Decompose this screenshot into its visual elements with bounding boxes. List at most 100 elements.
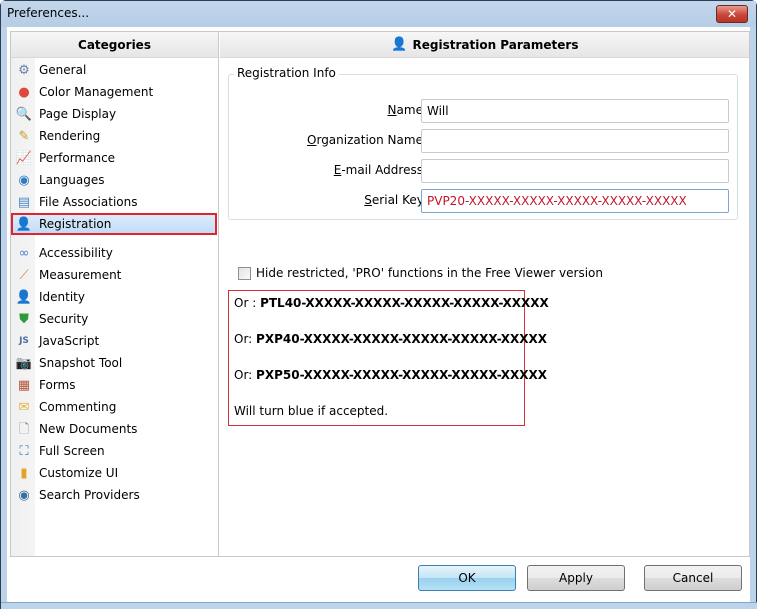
note-line: Or: PXP40-XXXXX-XXXXX-XXXXX-XXXXX-XXXXX <box>234 332 547 346</box>
serial-key-note: Or : PTL40-XXXXX-XXXXX-XXXXX-XXXXX-XXXXX… <box>228 290 549 426</box>
camera-icon: 📷 <box>15 355 33 371</box>
window-bottom-border <box>1 602 757 609</box>
close-icon: ✕ <box>726 7 738 21</box>
panel-frame: Categories 👤 Registration Parameters ⚙ Ge… <box>10 31 750 557</box>
sidebar-item-identity[interactable]: 👤 Identity <box>13 286 217 308</box>
sidebar-item-full-screen[interactable]: ⛶ Full Screen <box>13 440 217 462</box>
sidebar-item-security[interactable]: ⛊ Security <box>13 308 217 330</box>
preferences-dialog: Preferences... ✕ Categories 👤 Registrati… <box>0 0 757 609</box>
globe-icon: ◉ <box>18 172 30 188</box>
customize-ui-icon: ▮ <box>20 465 28 481</box>
apply-button[interactable]: Apply <box>527 565 625 591</box>
user-key-icon: 👤 <box>15 216 33 232</box>
dialog-client-area: Categories 👤 Registration Parameters ⚙ Ge… <box>7 27 750 602</box>
note-footer: Will turn blue if accepted. <box>234 404 389 418</box>
sidebar-item-customize-ui[interactable]: ▮ Customize UI <box>13 462 217 484</box>
email-field-label: E-mail Address: <box>333 163 427 177</box>
sidebar-item-label: Identity <box>39 290 85 304</box>
title-bar[interactable]: Preferences... ✕ <box>1 1 756 27</box>
sidebar-item-file-associations[interactable]: ▤ File Associations <box>13 191 217 213</box>
categories-header: Categories <box>11 32 219 58</box>
hide-restricted-row[interactable]: Hide restricted, 'PRO' functions in the … <box>238 266 603 280</box>
sidebar-item-label: Forms <box>39 378 76 392</box>
sidebar-item-general[interactable]: ⚙ General <box>13 59 217 81</box>
organization-name-field-row: Organization Name: <box>229 129 739 153</box>
sidebar-item-label: Registration <box>39 217 112 231</box>
new-document-icon: 🗋 <box>18 421 30 437</box>
email-field-row: E-mail Address: <box>229 159 739 183</box>
sidebar-item-label: Color Management <box>39 85 154 99</box>
window-title: Preferences... <box>7 6 90 20</box>
sidebar-item-performance[interactable]: 📈 Performance <box>13 147 217 169</box>
hide-restricted-checkbox[interactable] <box>238 266 251 280</box>
registration-info-title: Registration Info <box>234 66 339 80</box>
sidebar-item-label: New Documents <box>39 422 138 436</box>
javascript-icon: JS <box>19 335 29 346</box>
full-screen-icon: ⛶ <box>19 443 29 459</box>
sidebar-item-rendering[interactable]: ✎ Rendering <box>13 125 217 147</box>
alt-serial-key: PTL40-XXXXX-XXXXX-XXXXX-XXXXX-XXXXX <box>260 296 549 310</box>
sidebar-item-label: Languages <box>39 173 105 187</box>
serial-key-field-label: Serial Key: <box>364 193 427 207</box>
sidebar-item-label: Snapshot Tool <box>39 356 123 370</box>
alt-serial-key: PXP40-XXXXX-XXXXX-XXXXX-XXXXX-XXXXX <box>256 332 547 346</box>
sidebar-item-languages[interactable]: ◉ Languages <box>13 169 217 191</box>
sidebar-item-accessibility[interactable]: ∞ Accessibility <box>13 242 217 264</box>
sidebar-item-label: Page Display <box>39 107 117 121</box>
registration-panel: Registration Info Name: Organization Name… <box>220 58 749 556</box>
sidebar-item-label: Security <box>39 312 89 326</box>
registration-parameters-header: 👤 Registration Parameters <box>220 32 749 58</box>
sidebar-item-label: Commenting <box>39 400 117 414</box>
comment-icon: ✉ <box>18 399 30 415</box>
registration-info-group: Registration Info Name: Organization Name… <box>228 66 739 220</box>
hide-restricted-label: Hide restricted, 'PRO' functions in the … <box>256 266 603 280</box>
sidebar-item-label: Rendering <box>39 129 101 143</box>
sidebar-item-label: File Associations <box>39 195 138 209</box>
organization-name-field[interactable] <box>421 129 729 153</box>
gears-icon: ⚙ <box>18 62 30 78</box>
sidebar-item-snapshot-tool[interactable]: 📷 Snapshot Tool <box>13 352 217 374</box>
organization-name-field-label: Organization Name: <box>307 133 427 147</box>
sidebar-item-search-providers[interactable]: ◉ Search Providers <box>13 484 217 506</box>
main-header-title: Registration Parameters <box>412 37 579 52</box>
sidebar-item-label: Search Providers <box>39 488 140 502</box>
identity-icon: 👤 <box>15 289 33 305</box>
accessibility-icon: ∞ <box>18 245 30 261</box>
ok-button[interactable]: OK <box>418 565 516 591</box>
serial-key-field-row: Serial Key: <box>229 189 739 213</box>
name-field-row: Name: <box>229 99 739 123</box>
close-button[interactable]: ✕ <box>716 5 748 23</box>
forms-icon: ▦ <box>17 377 31 393</box>
shield-icon: ⛊ <box>19 311 29 327</box>
alt-serial-key: PXP50-XXXXX-XXXXX-XXXXX-XXXXX-XXXXX <box>256 368 547 382</box>
sidebar-item-color-management[interactable]: ● Color Management <box>13 81 217 103</box>
categories-list: ⚙ General ● Color Management 🔍 Page Display ✎ R… <box>11 58 219 556</box>
chart-icon: 📈 <box>15 150 33 166</box>
sidebar-item-label: Accessibility <box>39 246 113 260</box>
note-line: Or : PTL40-XXXXX-XXXXX-XXXXX-XXXXX-XXXXX <box>234 296 549 310</box>
name-field[interactable] <box>421 99 729 123</box>
sidebar-item-label: JavaScript <box>39 334 100 348</box>
sidebar-item-page-display[interactable]: 🔍 Page Display <box>13 103 217 125</box>
sidebar-item-label: Full Screen <box>39 444 105 458</box>
sidebar-item-commenting[interactable]: ✉ Commenting <box>13 396 217 418</box>
serial-key-field[interactable] <box>421 189 729 213</box>
brush-icon: ✎ <box>18 128 30 144</box>
sidebar-item-new-documents[interactable]: 🗋 New Documents <box>13 418 217 440</box>
file-associations-icon: ▤ <box>17 194 31 210</box>
sidebar-item-registration[interactable]: 👤 Registration <box>11 213 217 235</box>
email-field[interactable] <box>421 159 729 183</box>
sidebar-item-forms[interactable]: ▦ Forms <box>13 374 217 396</box>
magnifier-icon: 🔍 <box>15 106 33 122</box>
cancel-button[interactable]: Cancel <box>644 565 742 591</box>
sidebar-item-measurement[interactable]: ⟋ Measurement <box>13 264 217 286</box>
note-line: Or: PXP50-XXXXX-XXXXX-XXXXX-XXXXX-XXXXX <box>234 368 547 382</box>
color-circles-icon: ● <box>18 84 30 100</box>
sidebar-item-javascript[interactable]: JS JavaScript <box>13 330 217 352</box>
sidebar-item-label: Performance <box>39 151 116 165</box>
search-providers-icon: ◉ <box>18 487 30 503</box>
ruler-icon: ⟋ <box>19 267 29 283</box>
sidebar-item-label: General <box>39 63 87 77</box>
sidebar-item-label: Customize UI <box>39 466 119 480</box>
user-key-icon: 👤 <box>391 37 408 52</box>
